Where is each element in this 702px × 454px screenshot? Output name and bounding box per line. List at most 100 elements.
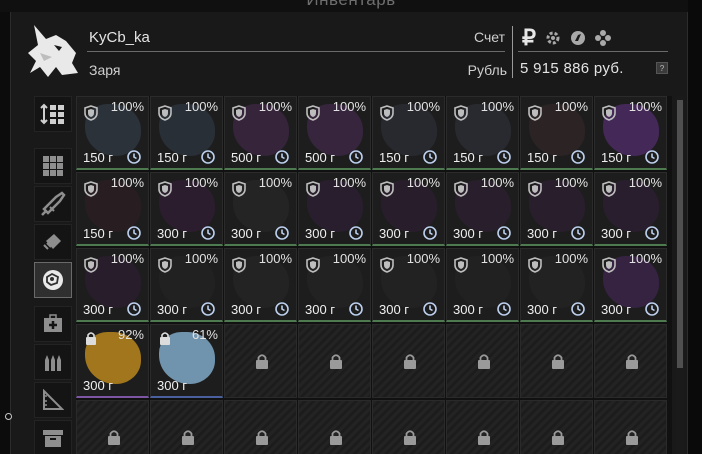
inventory-item[interactable]: 100% 300 г xyxy=(372,248,445,322)
inventory-item[interactable]: 100% 150 г xyxy=(76,172,149,246)
category-weapons[interactable] xyxy=(34,186,72,222)
item-weight: 150 г xyxy=(83,150,114,165)
window-edge xyxy=(688,0,702,454)
lock-icon xyxy=(552,354,564,369)
inventory-item[interactable]: 100% 300 г xyxy=(594,248,667,322)
item-weight: 300 г xyxy=(379,302,410,317)
inventory-item[interactable]: 100% 150 г xyxy=(520,96,593,170)
category-all[interactable] xyxy=(34,148,72,184)
inventory-item[interactable]: 100% 300 г xyxy=(372,172,445,246)
inventory-item[interactable]: 100% 300 г xyxy=(446,172,519,246)
inventory-item[interactable]: 100% 150 г xyxy=(372,96,445,170)
clock-icon xyxy=(275,150,289,164)
locked-slot xyxy=(446,400,519,454)
shield-icon xyxy=(306,257,320,273)
locked-slot xyxy=(446,324,519,398)
ruble-icon[interactable]: ₽ xyxy=(520,25,538,50)
category-cartridges[interactable] xyxy=(34,344,72,380)
category-ammo[interactable] xyxy=(34,224,72,260)
clock-icon xyxy=(497,302,511,316)
gear-currency-icon[interactable] xyxy=(543,28,563,48)
category-medical[interactable] xyxy=(34,306,72,342)
inventory-item[interactable]: 100% 300 г xyxy=(298,172,371,246)
shield-icon xyxy=(158,105,172,121)
shield-icon xyxy=(454,105,468,121)
inventory-item[interactable]: 100% 300 г xyxy=(520,248,593,322)
inventory-item[interactable]: 100% 300 г xyxy=(150,172,223,246)
category-tools[interactable] xyxy=(34,382,72,418)
item-condition: 100% xyxy=(480,251,514,266)
locked-slot xyxy=(298,324,371,398)
inventory-item[interactable]: 100% 150 г xyxy=(446,96,519,170)
inventory-item[interactable]: 100% 300 г xyxy=(150,248,223,322)
inventory-item[interactable]: 100% 300 г xyxy=(446,248,519,322)
inventory-scrollbar[interactable] xyxy=(676,96,684,454)
wolf-avatar-icon xyxy=(28,25,78,77)
locked-slot xyxy=(224,400,297,454)
shield-icon xyxy=(380,181,394,197)
clock-icon xyxy=(127,302,141,316)
inventory-item[interactable]: 100% 500 г xyxy=(224,96,297,170)
shield-icon xyxy=(84,257,98,273)
ammo-box-icon xyxy=(43,234,61,250)
inventory-item[interactable]: 100% 300 г xyxy=(594,172,667,246)
inventory-item[interactable]: 100% 300 г xyxy=(224,172,297,246)
sort-button[interactable] xyxy=(34,96,72,132)
inventory-item[interactable]: 100% 150 г xyxy=(594,96,667,170)
item-condition: 100% xyxy=(110,175,144,190)
clock-icon xyxy=(423,150,437,164)
inventory-item[interactable]: 100% 300 г xyxy=(224,248,297,322)
shield-icon xyxy=(602,181,616,197)
shield-icon xyxy=(528,181,542,197)
item-weight: 300 г xyxy=(305,226,336,241)
inventory-item[interactable]: 100% 500 г xyxy=(298,96,371,170)
inventory-item[interactable]: 100% 300 г xyxy=(298,248,371,322)
clock-icon xyxy=(127,150,141,164)
clock-icon xyxy=(497,150,511,164)
category-sidebar xyxy=(34,96,72,454)
item-weight: 300 г xyxy=(83,302,114,317)
category-artifacts[interactable] xyxy=(34,262,72,298)
item-weight: 300 г xyxy=(231,302,262,317)
shield-icon xyxy=(602,105,616,121)
lock-icon xyxy=(86,332,96,345)
item-condition: 100% xyxy=(184,99,218,114)
compass-currency-icon[interactable] xyxy=(568,28,588,48)
medkit-icon xyxy=(44,314,62,332)
rifle-icon xyxy=(41,191,66,216)
item-weight: 150 г xyxy=(379,150,410,165)
sort-icon xyxy=(40,103,64,125)
item-weight: 300 г xyxy=(453,226,484,241)
clock-icon xyxy=(571,150,585,164)
inventory-item[interactable]: 100% 300 г xyxy=(76,248,149,322)
category-containers[interactable] xyxy=(34,420,72,454)
container-icon xyxy=(43,430,63,447)
inventory-item[interactable]: 100% 150 г xyxy=(76,96,149,170)
locked-slot xyxy=(594,324,667,398)
shield-icon xyxy=(232,181,246,197)
cartridges-icon xyxy=(45,355,61,371)
clock-icon xyxy=(423,302,437,316)
header-separator xyxy=(512,26,513,78)
lock-icon xyxy=(256,430,268,445)
item-condition: 100% xyxy=(258,175,292,190)
item-weight: 500 г xyxy=(305,150,336,165)
inventory-item[interactable]: 100% 300 г xyxy=(520,172,593,246)
player-nickname: KyCb_ka xyxy=(89,29,150,46)
item-condition: 100% xyxy=(554,175,588,190)
help-button[interactable]: ? xyxy=(656,62,668,74)
shield-icon xyxy=(306,105,320,121)
inventory-item[interactable]: 100% 150 г xyxy=(150,96,223,170)
item-weight: 300 г xyxy=(157,378,188,393)
inventory-item[interactable]: 61% 300 г xyxy=(150,324,223,398)
grid-icon xyxy=(43,156,63,176)
header-divider xyxy=(87,51,505,52)
clock-icon xyxy=(201,302,215,316)
flower-currency-icon[interactable] xyxy=(593,28,613,48)
scrollbar-thumb[interactable] xyxy=(677,100,683,368)
clock-icon xyxy=(645,150,659,164)
inventory-item[interactable]: 92% 300 г xyxy=(76,324,149,398)
lock-icon xyxy=(256,354,268,369)
item-condition: 100% xyxy=(406,99,440,114)
item-condition: 100% xyxy=(554,251,588,266)
